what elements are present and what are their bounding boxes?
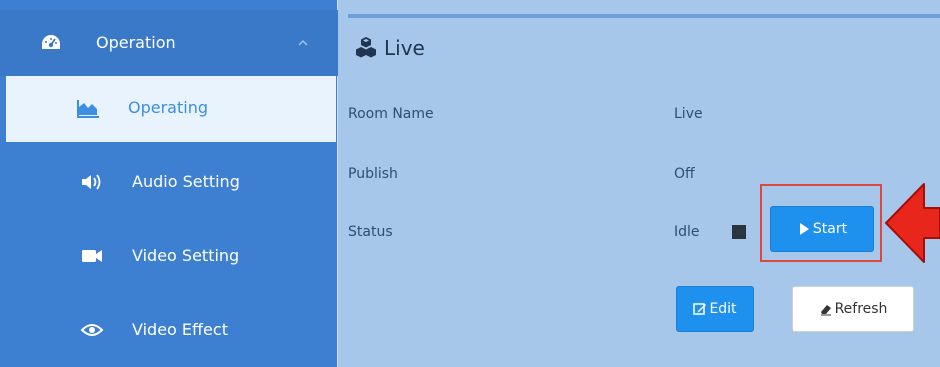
area-chart-icon xyxy=(77,100,99,118)
field-label-room-name: Room Name xyxy=(348,106,434,122)
edit-button-label: Edit xyxy=(709,301,737,317)
sidebar-group-label: Operation xyxy=(96,33,176,52)
refresh-button[interactable]: Refresh xyxy=(792,286,914,332)
sidebar-item-label: Operating xyxy=(128,98,208,117)
main-panel: Live Room Name Live Publish Off Status I… xyxy=(338,0,940,367)
start-button[interactable]: Start xyxy=(770,206,874,252)
sidebar-item-operating[interactable]: Operating xyxy=(6,76,336,142)
sidebar: Operation Operating Audio Setting Video … xyxy=(0,0,338,367)
field-label-publish: Publish xyxy=(348,166,398,182)
edit-button[interactable]: Edit xyxy=(676,286,754,332)
edit-icon xyxy=(693,303,707,315)
field-value-publish: Off xyxy=(674,166,695,182)
status-indicator-icon xyxy=(732,225,746,239)
field-label-status: Status xyxy=(348,224,393,240)
sidebar-item-video-effect[interactable]: Video Effect xyxy=(10,298,332,364)
cubes-icon xyxy=(356,37,376,58)
sidebar-item-label: Video Setting xyxy=(132,246,240,265)
field-value-status: Idle xyxy=(674,224,700,240)
refresh-button-label: Refresh xyxy=(834,301,888,317)
panel-top-border xyxy=(348,14,940,18)
page-title: Live xyxy=(384,36,425,60)
sidebar-item-label: Video Effect xyxy=(132,320,228,339)
start-button-label: Start xyxy=(812,221,848,237)
video-camera-icon xyxy=(82,250,102,262)
app-window: Operation Operating Audio Setting Video … xyxy=(0,0,940,367)
play-icon xyxy=(799,223,809,235)
sidebar-item-video-setting[interactable]: Video Setting xyxy=(10,224,332,290)
dashboard-icon xyxy=(42,35,60,49)
field-value-room-name: Live xyxy=(674,106,703,122)
chevron-up-icon xyxy=(298,40,308,46)
eye-effect-icon xyxy=(80,324,104,336)
sidebar-item-audio-setting[interactable]: Audio Setting xyxy=(10,150,332,216)
arrow-pointer-icon xyxy=(885,183,940,263)
volume-icon xyxy=(82,174,101,190)
eraser-icon xyxy=(820,305,831,316)
sidebar-item-label: Audio Setting xyxy=(132,172,240,191)
sidebar-group-operation[interactable]: Operation xyxy=(0,10,338,76)
